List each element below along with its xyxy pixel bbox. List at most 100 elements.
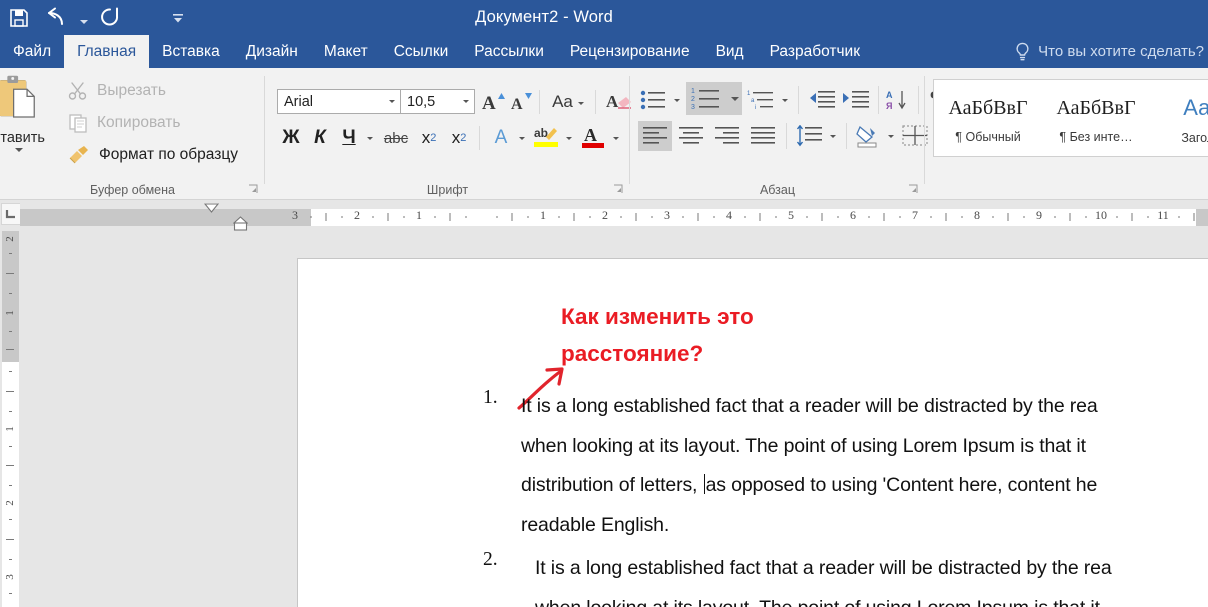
ruler-num: 1 <box>540 208 546 223</box>
ribbon-tab-strip: Файл Главная Вставка Дизайн Макет Ссылки… <box>0 35 1208 68</box>
justify-button[interactable] <box>746 121 780 151</box>
text-effects-dropdown-icon[interactable] <box>515 124 529 152</box>
font-color-button[interactable]: A <box>578 122 608 152</box>
decrease-indent-button[interactable] <box>806 86 838 114</box>
tab-mailings[interactable]: Рассылки <box>461 35 557 68</box>
ruler-num: 8 <box>974 208 980 223</box>
style-heading1-label: Загол… <box>1181 131 1208 145</box>
group-paragraph: 1 2 3 1 a i <box>630 68 925 199</box>
grow-font-button[interactable]: A <box>479 88 507 115</box>
ruler-num: 4 <box>726 208 732 223</box>
style-no-spacing[interactable]: АаБбВвГ ¶ Без инте… <box>1042 80 1150 156</box>
font-size-combo[interactable]: 10,5 <box>400 89 475 114</box>
highlight-dropdown-icon[interactable] <box>562 124 576 152</box>
styles-gallery[interactable]: АаБбВвГ ¶ Обычный АаБбВвГ ¶ Без инте… Аа… <box>933 79 1208 157</box>
line-spacing-button[interactable] <box>793 121 825 151</box>
tab-layout[interactable]: Макет <box>311 35 381 68</box>
document-canvas[interactable]: Как изменить это расстояние? 1. It is a … <box>20 231 1208 607</box>
svg-text:A: A <box>511 96 523 113</box>
svg-text:3: 3 <box>691 104 695 111</box>
text-effects-button[interactable]: A <box>487 124 515 152</box>
paste-button[interactable]: ставить <box>0 74 60 170</box>
paragraph-dialog-launcher[interactable] <box>908 184 920 196</box>
font-group-label: Шрифт <box>265 183 630 197</box>
first-line-indent-icon[interactable] <box>204 203 219 213</box>
lightbulb-icon <box>1014 42 1031 62</box>
shading-button[interactable] <box>852 121 884 151</box>
tab-references[interactable]: Ссылки <box>381 35 462 68</box>
style-no-spacing-label: ¶ Без инте… <box>1059 130 1132 144</box>
tab-home[interactable]: Главная <box>64 35 149 68</box>
font-size-dropdown-icon[interactable] <box>458 100 474 103</box>
group-font: Arial 10,5 A A Aa <box>265 68 630 199</box>
text-highlight-button[interactable]: ab <box>531 122 561 152</box>
text-line-with-caret: distribution of letters, as opposed to u… <box>521 466 1208 506</box>
style-heading1[interactable]: АаБ Загол… <box>1150 80 1208 156</box>
shading-dropdown-icon[interactable] <box>884 121 898 151</box>
tab-file[interactable]: Файл <box>0 35 64 68</box>
list-item-text: It is a long established fact that a rea… <box>521 387 1208 545</box>
tab-stop-selector[interactable] <box>1 203 21 225</box>
format-painter-button[interactable]: Формат по образцу <box>68 145 238 165</box>
multilevel-list-button[interactable]: 1 a i <box>746 86 778 114</box>
vertical-ruler[interactable]: 2 1 1 2 3 <box>0 231 20 607</box>
font-dialog-launcher[interactable] <box>613 184 625 196</box>
increase-indent-button[interactable] <box>840 86 872 114</box>
strikethrough-button[interactable]: abc <box>379 124 413 152</box>
ruler-num: 3 <box>292 208 298 223</box>
tab-insert[interactable]: Вставка <box>149 35 233 68</box>
line-spacing-dropdown-icon[interactable] <box>826 121 840 151</box>
bullets-dropdown-icon[interactable] <box>670 86 684 114</box>
horizontal-ruler[interactable]: 3 2 1 1 2 3 4 5 6 7 8 9 10 11 <box>20 203 1208 231</box>
cut-button[interactable]: Вырезать <box>68 81 166 101</box>
tab-design[interactable]: Дизайн <box>233 35 311 68</box>
numbering-button[interactable]: 1 2 3 <box>686 82 728 115</box>
document-page[interactable]: Как изменить это расстояние? 1. It is a … <box>297 258 1208 607</box>
underline-button[interactable]: Ч <box>336 124 362 152</box>
document-heading: Как изменить это расстояние? <box>561 298 861 372</box>
ruler-num: 2 <box>602 208 608 223</box>
tab-view[interactable]: Вид <box>703 35 757 68</box>
window-title: Документ2 - Word <box>0 0 1208 35</box>
tell-me-search[interactable]: Что вы хотите сделать? <box>1014 35 1208 68</box>
clipboard-group-label: Буфер обмена <box>0 183 265 197</box>
font-color-dropdown-icon[interactable] <box>609 124 623 152</box>
bullets-button[interactable] <box>638 86 670 114</box>
clipboard-dialog-launcher[interactable] <box>248 184 260 196</box>
svg-text:Я: Я <box>886 101 892 111</box>
svg-text:1: 1 <box>691 88 695 95</box>
list-item-number: 2. <box>483 549 498 571</box>
sort-button[interactable]: A Я <box>884 86 914 114</box>
text-line: when looking at its layout. The point of… <box>535 589 1208 607</box>
font-family-combo[interactable]: Arial <box>277 89 401 114</box>
vruler-num: 2 <box>4 496 16 510</box>
paste-dropdown-icon[interactable] <box>15 152 23 170</box>
style-normal[interactable]: АаБбВвГ ¶ Обычный <box>934 80 1042 156</box>
scissors-icon <box>68 81 88 101</box>
italic-button[interactable]: К <box>307 124 333 152</box>
left-indent-marker[interactable] <box>233 216 248 232</box>
font-family-dropdown-icon[interactable] <box>384 100 400 103</box>
group-clipboard: ставить Вырезать Копировать <box>0 68 265 199</box>
top-margin-zone <box>2 231 19 362</box>
bold-button[interactable]: Ж <box>277 124 305 152</box>
multilevel-dropdown-icon[interactable] <box>778 86 792 114</box>
numbering-dropdown-icon[interactable] <box>728 82 742 115</box>
underline-dropdown-icon[interactable] <box>363 124 377 152</box>
superscript-button[interactable]: x2 <box>445 124 473 152</box>
svg-text:i: i <box>755 105 756 111</box>
copy-button[interactable]: Копировать <box>68 113 180 133</box>
change-case-button[interactable]: Aa <box>546 88 590 115</box>
shrink-font-button[interactable]: A <box>507 88 535 115</box>
tab-developer[interactable]: Разработчик <box>757 35 873 68</box>
style-no-spacing-preview: АаБбВвГ <box>1056 97 1135 120</box>
svg-text:A: A <box>886 90 893 100</box>
align-left-button[interactable] <box>638 121 672 151</box>
svg-text:A: A <box>606 92 619 111</box>
subscript-button[interactable]: x2 <box>415 124 443 152</box>
vruler-num: 1 <box>4 422 16 436</box>
align-right-button[interactable] <box>710 121 744 151</box>
clipboard-icon <box>0 74 45 126</box>
tab-review[interactable]: Рецензирование <box>557 35 703 68</box>
align-center-button[interactable] <box>674 121 708 151</box>
